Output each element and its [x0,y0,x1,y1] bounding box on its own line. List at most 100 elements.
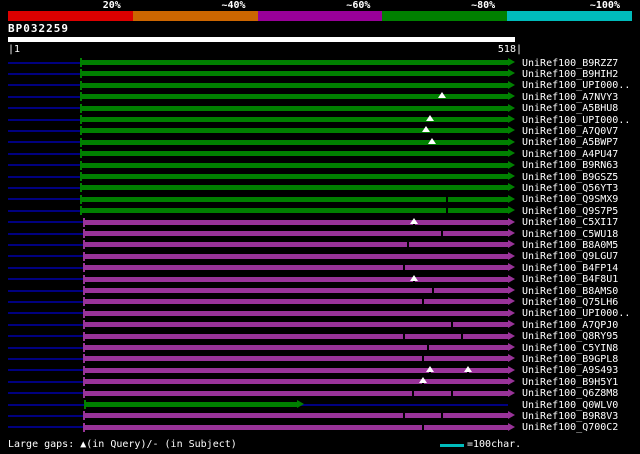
hit-bar[interactable] [84,402,298,407]
hit-bar[interactable] [83,253,508,259]
hit-label[interactable]: UniRef100_B8A0M5 [522,240,618,251]
hit-end-arrow-icon [508,422,515,431]
subject-gap-mark [421,423,424,431]
hit-label[interactable]: UniRef100_B4FP14 [522,263,618,274]
hit-label[interactable]: UniRef100_Q75LH6 [522,297,618,308]
hit-bar[interactable] [79,71,508,77]
hit-start-tick [83,331,86,341]
hit-bar[interactable] [79,60,508,65]
hit-bar[interactable] [79,162,508,168]
hit-bar[interactable] [83,413,508,419]
hit-bar[interactable] [83,276,508,282]
hit-label[interactable]: UniRef100_UPI000.. [522,115,630,126]
hit-label[interactable]: UniRef100_C5XI17 [522,217,618,228]
hit-bar[interactable] [83,333,508,339]
hit-start-tick [79,149,82,159]
alignment-plot: UniRef100_B9RZZ7 UniRef100_B9HIH2 UniRef10… [0,0,640,454]
hit-bar[interactable] [79,139,508,145]
hit-label[interactable]: UniRef100_A5BHU8 [522,103,618,114]
hit-label[interactable]: UniRef100_A5BWP7 [522,137,618,148]
hit-bar[interactable] [83,424,508,430]
hit-bar[interactable] [83,299,508,305]
subject-gap-mark [431,287,434,294]
hit-bar[interactable] [79,82,508,88]
hit-start-tick [79,103,82,113]
hit-label[interactable]: UniRef100_A7NVY3 [522,92,618,103]
hit-start-tick [79,69,82,79]
hit-label[interactable]: UniRef100_A7Q0V7 [522,126,618,137]
hit-label[interactable]: UniRef100_B8AMS0 [522,286,618,297]
hit-end-arrow-icon [508,103,515,112]
hit-start-tick [79,183,82,193]
hit-bar[interactable] [79,151,508,157]
hit-bar[interactable] [83,379,508,385]
hit-label[interactable]: UniRef100_Q9LGU7 [522,251,618,262]
query-gap-triangle-icon [410,274,419,281]
hit-bar[interactable] [79,105,508,111]
hit-bar[interactable] [79,185,508,191]
hit-start-tick [83,354,86,364]
hit-label[interactable]: UniRef100_B9GPL8 [522,354,618,365]
hit-bar[interactable] [83,356,508,362]
hit-end-arrow-icon [508,58,515,66]
hit-bar[interactable] [83,310,508,316]
subject-gap-mark [402,412,405,420]
hit-start-tick [83,320,86,330]
hit-label[interactable]: UniRef100_UPI000.. [522,308,630,319]
hit-end-arrow-icon [508,160,515,169]
hit-start-tick [79,160,82,170]
hit-bar[interactable] [83,265,508,271]
hit-end-arrow-icon [508,183,515,192]
hit-label[interactable]: UniRef100_Q700C2 [522,422,618,433]
hit-bar[interactable] [83,219,508,225]
hit-label[interactable]: UniRef100_B9H5Y1 [522,377,618,388]
hit-end-arrow-icon [508,251,515,260]
hit-end-arrow-icon [508,172,515,180]
hit-start-tick [79,58,82,67]
hit-label[interactable]: UniRef100_UPI000.. [522,80,630,91]
hit-bar[interactable] [79,208,508,214]
hit-label[interactable]: UniRef100_Q9S7P5 [522,206,618,217]
hit-label[interactable]: UniRef100_B9GSZ5 [522,172,618,183]
hit-label[interactable]: UniRef100_B4F8U1 [522,274,618,285]
hit-label[interactable]: UniRef100_B9R8V3 [522,411,618,422]
hit-bar[interactable] [79,196,508,202]
hit-end-arrow-icon [508,115,515,123]
subject-gap-mark [446,195,449,203]
hit-start-tick [79,194,82,204]
hit-start-tick [84,400,87,409]
hit-label[interactable]: UniRef100_B9RZZ7 [522,58,618,69]
hit-label[interactable]: UniRef100_A9S493 [522,365,618,376]
hit-start-tick [83,286,86,295]
hit-bar[interactable] [83,231,508,236]
hit-end-arrow-icon [508,331,515,340]
hit-label[interactable]: UniRef100_A4PU47 [522,149,618,160]
subject-gap-mark [450,389,453,397]
hit-bar[interactable] [83,390,508,396]
hit-bar[interactable] [83,242,508,248]
hit-label[interactable]: UniRef100_C5WU18 [522,229,618,240]
hit-bar[interactable] [79,117,508,122]
hit-label[interactable]: UniRef100_Q6Z8M8 [522,388,618,399]
hit-label[interactable]: UniRef100_Q9SMX9 [522,194,618,205]
subject-gap-mark [421,298,424,306]
hit-start-tick [83,388,86,398]
hit-bar[interactable] [83,367,508,373]
hit-bar[interactable] [83,288,508,293]
query-gap-triangle-icon [418,377,427,384]
hit-label[interactable]: UniRef100_A7QPJ0 [522,320,618,331]
hit-label[interactable]: UniRef100_B9RN63 [522,160,618,171]
hit-end-arrow-icon [508,365,515,374]
hit-bar[interactable] [83,322,508,328]
hit-start-tick [83,343,86,352]
hit-label[interactable]: UniRef100_Q8RY95 [522,331,618,342]
hit-label[interactable]: UniRef100_Q0WLV0 [522,400,618,411]
scale-length-label: =100char. [467,439,522,450]
hit-label[interactable]: UniRef100_B9HIH2 [522,69,618,80]
hit-start-tick [83,411,86,421]
hit-bar[interactable] [79,174,508,179]
hit-label[interactable]: UniRef100_C5YIN8 [522,343,618,354]
hit-bar[interactable] [83,345,508,350]
hit-bar[interactable] [79,128,508,134]
hit-label[interactable]: UniRef100_Q56YT3 [522,183,618,194]
